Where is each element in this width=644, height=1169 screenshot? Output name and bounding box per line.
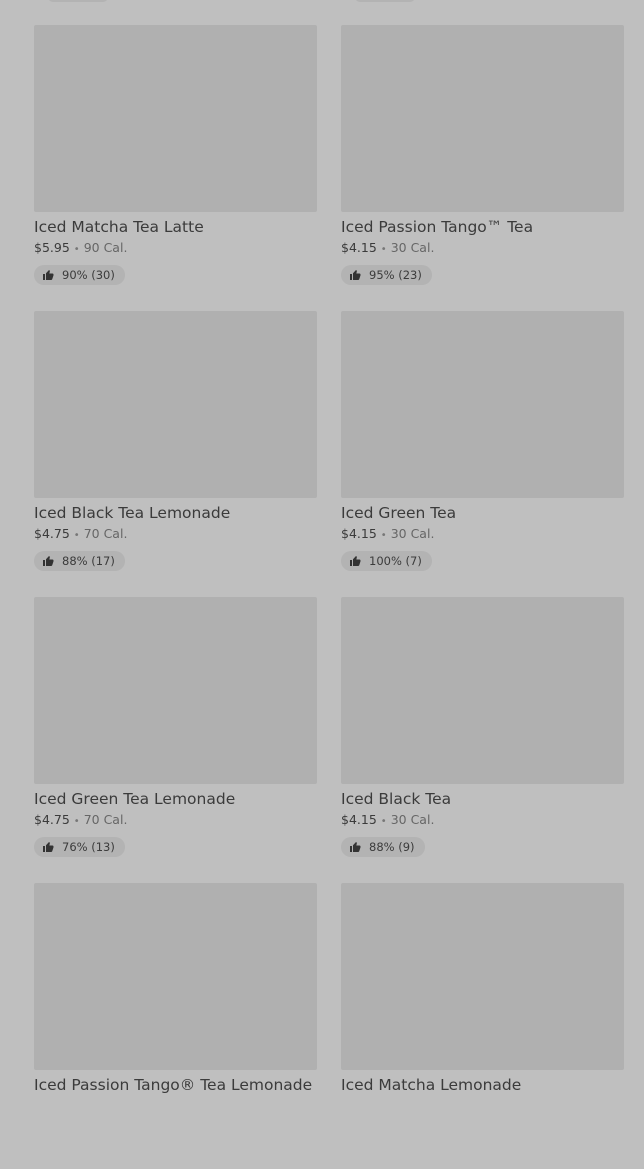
meta-separator: •: [73, 244, 80, 255]
product-price: $4.75: [34, 812, 70, 827]
product-price: $4.15: [341, 526, 377, 541]
meta-separator: •: [73, 816, 80, 827]
product-price: $4.75: [34, 526, 70, 541]
product-calories: 30 Cal.: [390, 812, 435, 827]
product-price: $5.95: [34, 240, 70, 255]
product-image[interactable]: [341, 597, 624, 784]
product-name[interactable]: Iced Green Tea: [341, 503, 624, 523]
product-name[interactable]: Iced Black Tea Lemonade: [34, 503, 317, 523]
product-price: $4.15: [341, 812, 377, 827]
product-image[interactable]: [341, 883, 624, 1070]
rating-value: 100% (7): [369, 554, 422, 568]
product-image[interactable]: [34, 311, 317, 498]
thumbs-up-icon: [350, 556, 361, 566]
product-meta: $4.15 • 30 Cal.: [341, 240, 624, 258]
rating-value: 76% (13): [62, 840, 115, 854]
product-name[interactable]: Iced Matcha Tea Latte: [34, 217, 317, 237]
product-image[interactable]: [341, 25, 624, 212]
product-name[interactable]: Iced Passion Tango® Tea Lemonade: [34, 1075, 317, 1095]
product-meta: $4.15 • 30 Cal.: [341, 812, 624, 830]
product-calories: 70 Cal.: [83, 812, 128, 827]
rating-badge: 76% (13): [34, 837, 125, 857]
meta-separator: •: [380, 244, 387, 255]
product-calories: 30 Cal.: [390, 526, 435, 541]
thumbs-up-icon: [43, 556, 54, 566]
product-price: $4.15: [341, 240, 377, 255]
thumbs-up-icon: [350, 842, 361, 852]
product-calories: 70 Cal.: [83, 526, 128, 541]
product-card[interactable]: Iced Black Tea $4.15 • 30 Cal. 88% (9): [341, 597, 624, 883]
product-image[interactable]: [34, 597, 317, 784]
product-image[interactable]: [34, 25, 317, 212]
meta-separator: •: [380, 816, 387, 827]
product-card[interactable]: Iced Black Tea Lemonade $4.75 • 70 Cal. 88…: [34, 311, 317, 597]
product-card[interactable]: Iced Matcha Lemonade: [341, 883, 624, 1169]
product-meta: $5.95 • 90 Cal.: [34, 240, 317, 258]
product-card[interactable]: Iced Green Tea Lemonade $4.75 • 70 Cal. 76…: [34, 597, 317, 883]
product-calories: 30 Cal.: [390, 240, 435, 255]
product-name[interactable]: Iced Black Tea: [341, 789, 624, 809]
product-meta: $4.75 • 70 Cal.: [34, 812, 317, 830]
product-meta: $4.75 • 70 Cal.: [34, 526, 317, 544]
product-grid: Iced Matcha Tea Latte $5.95 • 90 Cal. 90% …: [34, 25, 624, 1169]
rating-badge: 95% (23): [341, 265, 432, 285]
thumbs-up-icon: [350, 270, 361, 280]
partial-rating-pill-left: [48, 0, 108, 2]
partial-rating-pill-right: [355, 0, 415, 2]
product-card[interactable]: Iced Passion Tango™ Tea $4.15 • 30 Cal. 95…: [341, 25, 624, 311]
rating-value: 90% (30): [62, 268, 115, 282]
rating-value: 88% (9): [369, 840, 415, 854]
product-meta: $4.15 • 30 Cal.: [341, 526, 624, 544]
product-name[interactable]: Iced Matcha Lemonade: [341, 1075, 624, 1095]
meta-separator: •: [380, 530, 387, 541]
product-calories: 90 Cal.: [83, 240, 128, 255]
product-card[interactable]: Iced Green Tea $4.15 • 30 Cal. 100% (7): [341, 311, 624, 597]
rating-badge: 88% (17): [34, 551, 125, 571]
rating-value: 95% (23): [369, 268, 422, 282]
product-card[interactable]: Iced Passion Tango® Tea Lemonade: [34, 883, 317, 1169]
product-name[interactable]: Iced Green Tea Lemonade: [34, 789, 317, 809]
thumbs-up-icon: [43, 270, 54, 280]
product-image[interactable]: [341, 311, 624, 498]
rating-badge: 88% (9): [341, 837, 425, 857]
meta-separator: •: [73, 530, 80, 541]
thumbs-up-icon: [43, 842, 54, 852]
product-name[interactable]: Iced Passion Tango™ Tea: [341, 217, 624, 237]
rating-value: 88% (17): [62, 554, 115, 568]
product-image[interactable]: [34, 883, 317, 1070]
rating-badge: 100% (7): [341, 551, 432, 571]
rating-badge: 90% (30): [34, 265, 125, 285]
product-card[interactable]: Iced Matcha Tea Latte $5.95 • 90 Cal. 90% …: [34, 25, 317, 311]
